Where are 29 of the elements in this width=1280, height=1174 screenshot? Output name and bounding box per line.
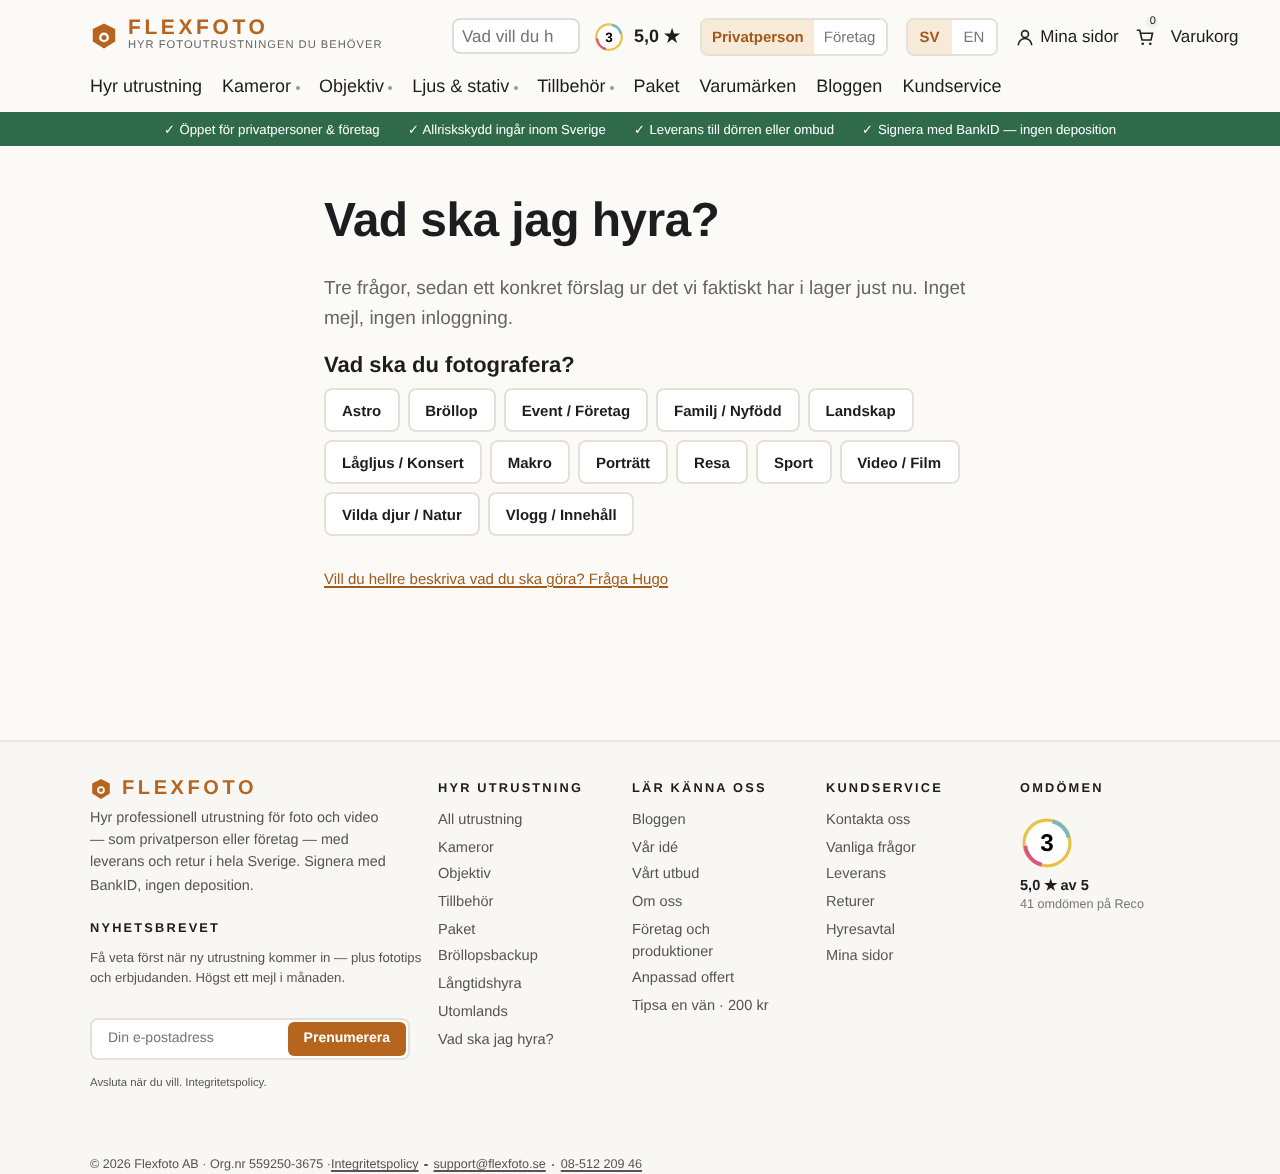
account-label: Mina sidor — [1040, 26, 1119, 46]
page-title: Vad ska jag hyra? — [324, 194, 722, 250]
dropdown-dot-icon — [295, 85, 300, 90]
brand-logo[interactable]: FLEXFOTO — [128, 18, 383, 40]
nav-item[interactable]: Paket — [633, 76, 680, 96]
nav-item[interactable]: Kundservice — [902, 76, 1002, 96]
nav-item[interactable]: Hyr utrustning — [90, 76, 203, 96]
nav-item[interactable]: Varumärken — [699, 76, 797, 96]
nav-item[interactable]: Kameror — [222, 76, 300, 96]
dropdown-dot-icon — [609, 85, 614, 90]
question-heading: Vad ska du fotografera? — [324, 354, 577, 378]
camera-logo-icon — [90, 778, 112, 800]
nav-item[interactable]: Tillbehör — [537, 76, 614, 96]
dropdown-dot-icon — [513, 85, 518, 90]
cart-label: Varukorg — [1170, 26, 1239, 46]
dropdown-dot-icon — [388, 85, 393, 90]
rating-score: 5,0 ★ — [634, 26, 681, 46]
camera-logo-icon — [90, 22, 118, 50]
user-icon — [1016, 27, 1035, 45]
footer-logo[interactable]: FLEXFOTO — [122, 778, 258, 800]
reco-badge-icon: 3 — [1020, 816, 1074, 870]
nav-item[interactable]: Bloggen — [816, 76, 883, 96]
intro-text: Tre frågor, sedan ett konkret förslag ur det vi faktiskt har i lager just nu. Inget mejl, ingen inloggning. — [324, 276, 968, 334]
account-link[interactable]: Mina sidor — [1016, 26, 1119, 46]
cart-icon — [1136, 27, 1155, 45]
cart-link[interactable]: Varukorg — [1136, 26, 1239, 46]
nav-item[interactable]: Ljus & stativ — [412, 76, 518, 96]
nav-item[interactable]: Objektiv — [319, 76, 393, 96]
search-field[interactable]: Vad vill du h — [452, 18, 580, 54]
